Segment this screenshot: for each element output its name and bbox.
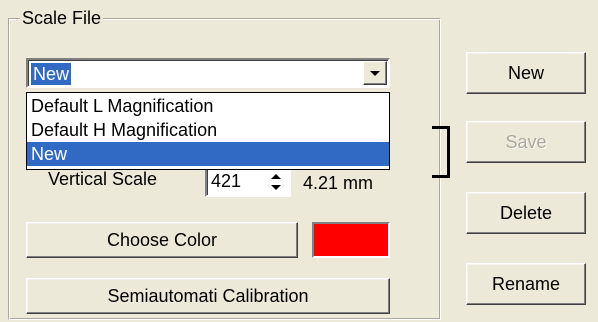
save-button[interactable]: Save — [466, 121, 586, 163]
vertical-scale-label: Vertical Scale — [48, 169, 158, 189]
dropdown-option-new[interactable]: New — [27, 142, 389, 166]
spin-up-icon[interactable] — [269, 171, 283, 181]
choose-color-button[interactable]: Choose Color — [26, 222, 298, 258]
rename-button[interactable]: Rename — [466, 263, 586, 305]
combo-selected-value[interactable]: New — [31, 63, 72, 85]
vertical-scale-mm: 4.21 mm — [303, 173, 374, 193]
dropdown-option-default-l[interactable]: Default L Magnification — [27, 94, 389, 118]
dropdown-option-default-h[interactable]: Default H Magnification — [27, 118, 389, 142]
combo-dropdown-button[interactable] — [363, 61, 387, 85]
scale-file-group-title: Scale File — [20, 7, 104, 29]
vertical-scale-value[interactable]: 421 — [211, 170, 241, 192]
spin-buttons — [269, 171, 283, 191]
chevron-down-icon — [370, 70, 380, 76]
color-swatch-fill — [314, 224, 388, 256]
color-swatch — [312, 222, 390, 258]
spin-down-icon[interactable] — [269, 182, 283, 192]
bracket-marker — [432, 126, 450, 178]
delete-button[interactable]: Delete — [466, 192, 586, 234]
semiauto-calibration-button[interactable]: Semiautomati Calibration — [26, 278, 390, 314]
new-button[interactable]: New — [466, 52, 586, 94]
combo-dropdown-list: Default L Magnification Default H Magnif… — [26, 92, 390, 170]
scale-file-combo[interactable]: New — [26, 58, 390, 88]
